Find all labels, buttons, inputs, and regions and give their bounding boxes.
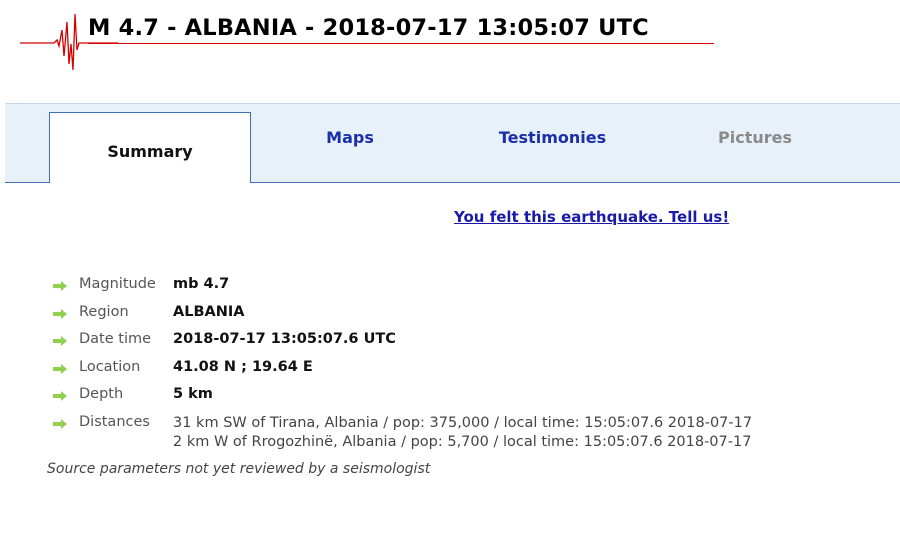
green-arrow-icon (53, 336, 67, 346)
green-arrow-icon (53, 363, 67, 374)
tab-summary[interactable]: Summary (49, 112, 251, 183)
green-arrow-icon (53, 391, 67, 401)
magnitude-value: mb 4.7 (173, 276, 230, 292)
tab-maps[interactable]: Maps (295, 98, 405, 176)
felt-earthquake-link[interactable]: You felt this earthquake. Tell us! (454, 208, 729, 226)
review-note: Source parameters not yet reviewed by a … (47, 461, 431, 477)
tab-bar: Summary Maps Testimonies Pictures (5, 103, 900, 183)
page: M 4.7 - ALBANIA - 2018-07-17 13:05:07 UT… (0, 0, 900, 545)
location-value: 41.08 N ; 19.64 E (173, 358, 313, 375)
distances-label: Distances (79, 413, 150, 430)
magnitude-label: Magnitude (79, 276, 156, 292)
distance-line: 2 km W of Rrogozhinë, Albania / pop: 5,7… (173, 433, 752, 450)
tab-pictures: Pictures (718, 127, 792, 147)
green-arrow-icon (53, 281, 67, 291)
location-label: Location (79, 358, 141, 375)
region-label: Region (79, 303, 129, 320)
distances-list: 31 km SW of Tirana, Albania / pop: 375,0… (173, 414, 752, 452)
distance-line: 31 km SW of Tirana, Albania / pop: 375,0… (173, 414, 753, 431)
green-arrow-icon (53, 418, 67, 429)
green-arrow-icon (53, 308, 67, 319)
depth-label: Depth (79, 386, 124, 402)
region-value: ALBANIA (173, 303, 245, 320)
datetime-value: 2018-07-17 13:05:07.6 UTC (173, 331, 396, 347)
depth-value: 5 km (173, 386, 213, 402)
tab-testimonies[interactable]: Testimonies (475, 98, 630, 176)
title-underline (88, 43, 714, 44)
page-title: M 4.7 - ALBANIA - 2018-07-17 13:05:07 UT… (88, 15, 649, 41)
datetime-label: Date time (79, 331, 152, 347)
